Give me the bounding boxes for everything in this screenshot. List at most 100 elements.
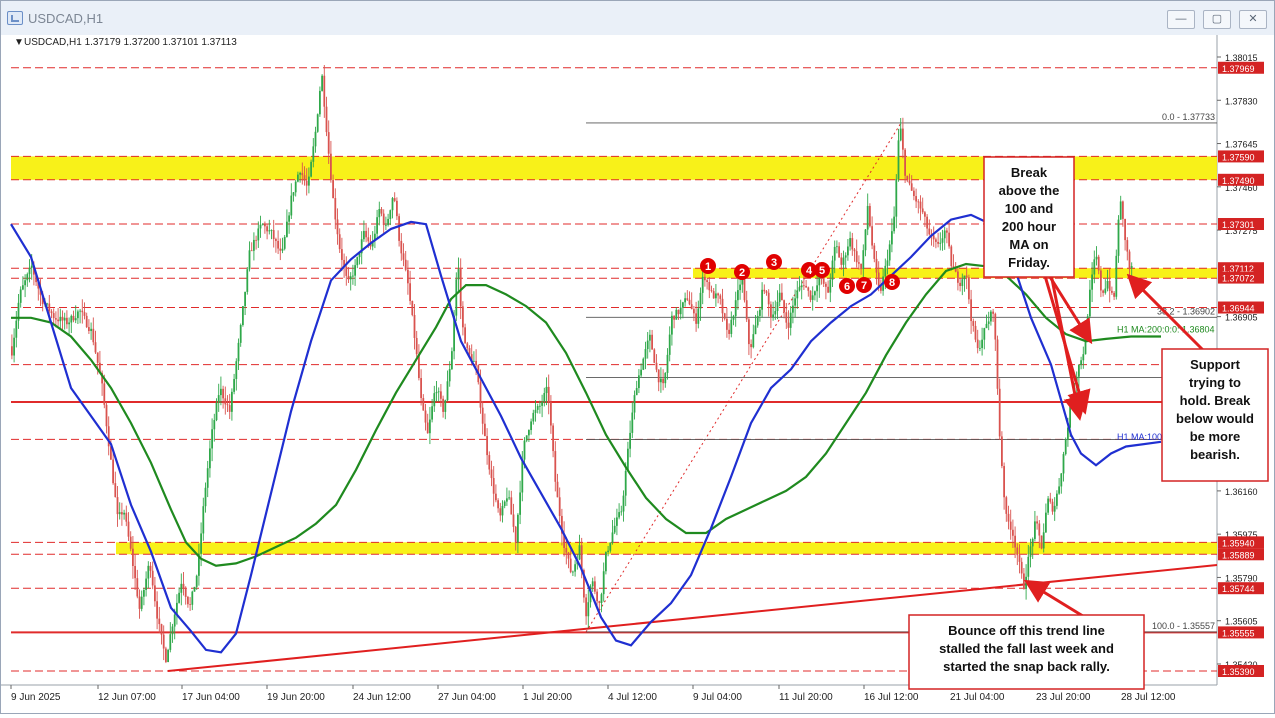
- candle-body: [937, 241, 939, 244]
- candle-body: [884, 265, 887, 277]
- candle-body: [1119, 201, 1122, 220]
- candle-body: [512, 514, 515, 527]
- price-tick-label: 1.36905: [1225, 313, 1258, 323]
- candle-body: [244, 291, 246, 307]
- candle-body: [987, 321, 990, 324]
- candle-body: [281, 248, 284, 251]
- candle-body: [677, 309, 680, 315]
- break-annotation-text: 200 hour: [1002, 219, 1056, 234]
- candle-body: [943, 230, 946, 239]
- candle-body: [556, 481, 559, 498]
- candle-body: [499, 508, 502, 516]
- candle-body: [886, 260, 889, 266]
- candle-body: [851, 238, 854, 250]
- candle-body: [649, 334, 651, 341]
- candle-body: [710, 290, 713, 292]
- candle-body: [239, 325, 242, 343]
- candle-body: [138, 596, 141, 609]
- candle-body: [1051, 501, 1054, 512]
- bounce-annotation-text: Bounce off this trend line: [948, 623, 1105, 638]
- candle-body: [554, 451, 557, 482]
- candle-body: [763, 289, 766, 292]
- candle-body: [946, 230, 948, 233]
- candle-body: [145, 578, 147, 590]
- candle-body: [532, 412, 535, 422]
- time-tick-label: 27 Jun 04:00: [438, 692, 496, 703]
- candle-body: [545, 386, 548, 394]
- candle-body: [158, 618, 161, 625]
- break-annotation-text: 100 and: [1005, 201, 1053, 216]
- candle-body: [620, 511, 623, 513]
- candle-body: [297, 174, 299, 182]
- time-tick-label: 17 Jun 04:00: [182, 692, 240, 703]
- candle-body: [206, 468, 209, 488]
- candle-body: [1130, 266, 1133, 268]
- candle-body: [712, 291, 715, 299]
- candle-body: [950, 246, 953, 267]
- candle-body: [462, 306, 464, 328]
- candle-body: [752, 334, 755, 348]
- window-titlebar[interactable]: USDCAD,H1 — ▢ ✕: [1, 1, 1274, 36]
- candle-body: [497, 500, 499, 509]
- header-arrow-icon[interactable]: ▼: [14, 37, 24, 48]
- candle-body: [770, 304, 772, 318]
- candle-body: [209, 448, 211, 469]
- candle-body: [402, 253, 405, 260]
- candle-body: [800, 285, 803, 288]
- candle-body: [875, 258, 878, 273]
- candle-body: [1042, 532, 1045, 549]
- candle-body: [13, 337, 15, 356]
- price-chart[interactable]: 0.0 - 1.3773338.2 - 1.36902100.0 - 1.355…: [1, 35, 1274, 713]
- candle-body: [429, 419, 431, 434]
- candle-body: [90, 328, 92, 332]
- test-marker-label: 2: [739, 267, 745, 279]
- candle-body: [774, 311, 777, 315]
- candle-body: [866, 205, 869, 230]
- candle-body: [1045, 512, 1047, 533]
- candle-body: [730, 319, 733, 334]
- candle-body: [715, 293, 717, 299]
- candle-body: [1014, 535, 1016, 548]
- candle-body: [173, 614, 176, 627]
- candle-body: [488, 455, 491, 470]
- price-label-text: 1.37590: [1222, 152, 1255, 162]
- candle-body: [283, 236, 286, 249]
- candle-body: [517, 514, 519, 543]
- bounce-annotation-text: stalled the fall last week and: [939, 641, 1114, 656]
- candle-body: [70, 315, 73, 323]
- candle-body: [127, 521, 130, 537]
- candle-body: [228, 405, 231, 412]
- candle-body: [336, 219, 339, 235]
- candle-body: [693, 309, 695, 314]
- candle-body: [202, 506, 205, 534]
- restore-button[interactable]: ▢: [1203, 10, 1231, 29]
- candle-body: [1095, 256, 1098, 260]
- candle-body: [1016, 547, 1019, 556]
- candle-body: [858, 262, 860, 264]
- candle-body: [303, 175, 306, 181]
- candle-body: [1034, 521, 1036, 539]
- candle-body: [1126, 240, 1129, 252]
- time-tick-label: 12 Jun 07:00: [98, 692, 156, 703]
- chart-area[interactable]: 0.0 - 1.37733 38.2 - 1.36902 100.0 - 1.355…: [1, 35, 1274, 713]
- close-button[interactable]: ✕: [1239, 10, 1267, 29]
- candle-body: [396, 200, 398, 217]
- minimize-button[interactable]: —: [1167, 10, 1195, 29]
- candle-body: [675, 309, 678, 320]
- time-tick-label: 1 Jul 20:00: [523, 692, 572, 703]
- candle-body: [1038, 523, 1041, 536]
- candle-body: [437, 391, 440, 393]
- ma100-label: H1 MA:100: [1117, 432, 1162, 442]
- candle-body: [754, 325, 757, 335]
- candle-body: [415, 337, 418, 355]
- candle-body: [94, 342, 97, 353]
- candle-body: [277, 240, 279, 249]
- candle-body: [567, 552, 570, 559]
- bounce-annotation-text: started the snap back rally.: [943, 659, 1110, 674]
- candle-body: [888, 244, 891, 261]
- test-marker-label: 3: [771, 257, 777, 269]
- candle-body: [871, 226, 873, 246]
- candle-body: [486, 436, 488, 456]
- candle-body: [613, 525, 616, 533]
- candle-body: [468, 348, 471, 355]
